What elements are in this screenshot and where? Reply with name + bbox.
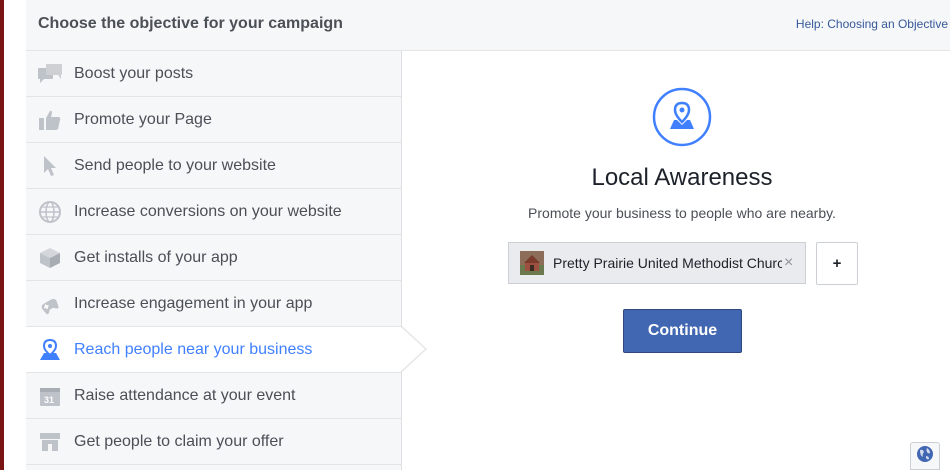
objective-label: Send people to your website <box>74 156 276 174</box>
language-globe-button[interactable] <box>910 442 940 470</box>
page-name: Pretty Prairie United Methodist Church <box>553 255 782 271</box>
globe-icon <box>38 200 62 224</box>
thumbs-up-icon <box>38 108 62 132</box>
objective-item-local-awareness[interactable]: Reach people near your business <box>26 326 427 373</box>
objective-label: Raise attendance at your event <box>74 386 296 404</box>
objective-item-promote-page[interactable]: Promote your Page <box>26 97 401 143</box>
objective-item-app-engagement[interactable]: Increase engagement in your app <box>26 281 401 327</box>
objective-item-event-responses[interactable]: 31 Raise attendance at your event <box>26 373 401 419</box>
storefront-icon <box>38 430 62 454</box>
objective-item-conversions[interactable]: Increase conversions on your website <box>26 189 401 235</box>
continue-button[interactable]: Continue <box>623 309 742 353</box>
selected-page-chip[interactable]: Pretty Prairie United Methodist Church × <box>508 242 806 284</box>
objective-label: Increase engagement in your app <box>74 294 313 312</box>
objective-dialog: Choose the objective for your campaign H… <box>26 0 950 470</box>
objective-label: Get people to claim your offer <box>74 432 284 450</box>
objective-label: Increase conversions on your website <box>74 202 342 220</box>
objective-list: Boost your posts Promote your Page Send … <box>26 51 427 470</box>
objective-label: Promote your Page <box>74 110 212 128</box>
svg-text:31: 31 <box>44 395 54 405</box>
page-thumbnail <box>520 251 544 275</box>
objective-label: Boost your posts <box>74 64 194 82</box>
objective-detail-panel: Local Awareness Promote your business to… <box>402 51 950 470</box>
cube-icon <box>38 246 62 270</box>
dialog-header: Choose the objective for your campaign H… <box>26 0 950 51</box>
objective-item-website-clicks[interactable]: Send people to your website <box>26 143 401 189</box>
remove-page-button[interactable]: × <box>784 254 793 272</box>
objective-item-boost-posts[interactable]: Boost your posts <box>26 51 401 97</box>
globe-icon <box>916 445 934 468</box>
objective-description: Promote your business to people who are … <box>528 205 836 221</box>
cursor-icon <box>38 154 62 178</box>
objective-item-app-installs[interactable]: Get installs of your app <box>26 235 401 281</box>
add-page-button[interactable]: + <box>816 242 858 285</box>
dialog-title: Choose the objective for your campaign <box>38 15 343 32</box>
location-pin-circle-icon <box>652 87 712 147</box>
objective-label: Get installs of your app <box>74 248 238 266</box>
background-gutter <box>4 0 26 470</box>
location-pin-icon <box>38 338 62 362</box>
help-link[interactable]: Help: Choosing an Objective <box>796 17 948 31</box>
objective-title: Local Awareness <box>591 164 773 191</box>
speech-bubbles-icon <box>38 62 62 86</box>
objective-label: Reach people near your business <box>74 340 313 358</box>
calendar-icon: 31 <box>38 384 62 408</box>
objective-item-offer-claims[interactable]: Get people to claim your offer <box>26 419 401 465</box>
gamepad-icon <box>38 292 62 316</box>
